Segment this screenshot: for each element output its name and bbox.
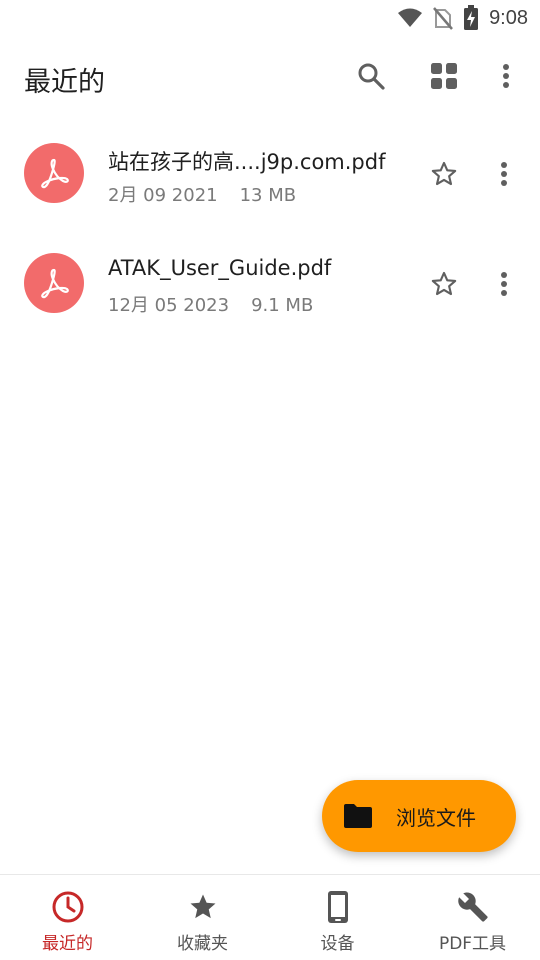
pdf-file-icon xyxy=(24,253,84,313)
star-outline-icon xyxy=(430,160,458,192)
overflow-menu-button[interactable] xyxy=(486,58,526,98)
search-icon xyxy=(357,62,385,94)
bottom-navigation: 最近的 收藏夹 设备 PDF工具 xyxy=(0,874,540,960)
star-outline-icon xyxy=(430,270,458,302)
star-icon xyxy=(185,889,221,925)
file-options-button[interactable] xyxy=(484,156,524,196)
phone-icon xyxy=(320,889,356,925)
wrench-icon xyxy=(455,889,491,925)
file-list-item[interactable]: 站在孩子的高....j9p.com.pdf 2月 09 2021 13 MB xyxy=(0,118,540,228)
file-meta: 2月 09 2021 13 MB xyxy=(108,181,296,207)
nav-label-devices: 设备 xyxy=(320,934,355,954)
nav-item-recent[interactable]: 最近的 xyxy=(0,875,135,960)
app-bar: 最近的 xyxy=(0,40,540,116)
no-sim-icon xyxy=(433,6,454,30)
page-title: 最近的 xyxy=(24,67,105,98)
search-button[interactable] xyxy=(351,58,391,98)
wifi-icon xyxy=(397,7,423,29)
browse-files-label: 浏览文件 xyxy=(396,805,476,830)
file-meta: 12月 05 2023 9.1 MB xyxy=(108,291,313,317)
file-name: 站在孩子的高....j9p.com.pdf xyxy=(108,150,386,174)
clock-icon xyxy=(50,889,86,925)
pdf-file-icon xyxy=(24,143,84,203)
folder-icon xyxy=(342,800,374,832)
nav-label-tools: PDF工具 xyxy=(438,934,507,954)
more-vert-icon xyxy=(502,63,510,93)
nav-item-tools[interactable]: PDF工具 xyxy=(405,875,540,960)
status-time: 9:08 xyxy=(489,6,528,29)
browse-files-button[interactable]: 浏览文件 xyxy=(322,780,516,852)
file-name: ATAK_User_Guide.pdf xyxy=(108,256,332,280)
file-size: 9.1 MB xyxy=(251,295,314,316)
grid-icon xyxy=(430,62,458,94)
status-bar: 9:08 xyxy=(0,0,540,36)
nav-item-devices[interactable]: 设备 xyxy=(270,875,405,960)
file-date: 2月 09 2021 xyxy=(108,185,218,206)
nav-label-favorites: 收藏夹 xyxy=(177,934,228,954)
battery-charging-icon xyxy=(463,5,479,31)
more-vert-icon xyxy=(500,161,508,191)
file-size: 13 MB xyxy=(239,185,297,206)
more-vert-icon xyxy=(500,271,508,301)
file-date: 12月 05 2023 xyxy=(108,295,230,316)
nav-label-recent: 最近的 xyxy=(42,934,93,954)
file-list-item[interactable]: ATAK_User_Guide.pdf 12月 05 2023 9.1 MB xyxy=(0,228,540,338)
grid-view-button[interactable] xyxy=(424,58,464,98)
nav-item-favorites[interactable]: 收藏夹 xyxy=(135,875,270,960)
file-options-button[interactable] xyxy=(484,266,524,306)
favorite-button[interactable] xyxy=(424,266,464,306)
favorite-button[interactable] xyxy=(424,156,464,196)
recent-files-list: 站在孩子的高....j9p.com.pdf 2月 09 2021 13 MB AT… xyxy=(0,118,540,338)
